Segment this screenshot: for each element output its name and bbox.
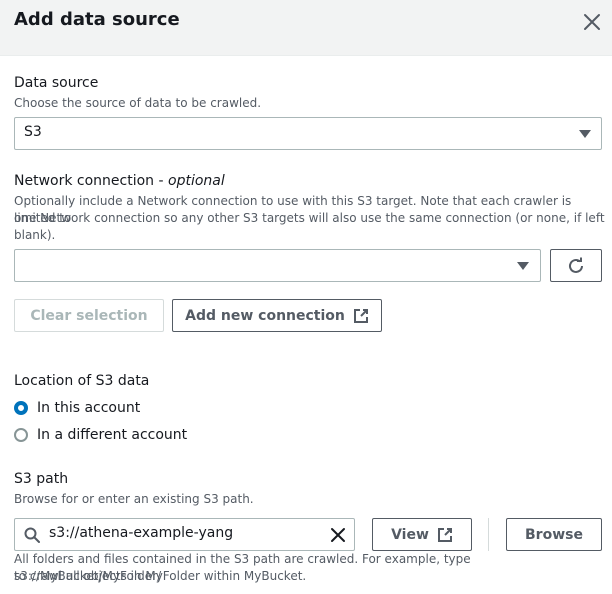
network-description-line2: one Network connection so any other S3 t… bbox=[14, 211, 605, 225]
dialog-header: Add data source bbox=[0, 0, 612, 56]
caret-down-icon bbox=[517, 262, 529, 270]
add-new-connection-label: Add new connection bbox=[185, 307, 345, 324]
refresh-icon bbox=[567, 257, 585, 275]
caret-down-icon bbox=[579, 130, 591, 138]
location-label: Location of S3 data bbox=[14, 373, 150, 389]
s3-path-label: S3 path bbox=[14, 471, 69, 487]
refresh-button[interactable] bbox=[550, 249, 602, 282]
view-button[interactable]: View bbox=[372, 518, 472, 551]
radio-label: In a different account bbox=[37, 427, 188, 443]
radio-unchecked-icon[interactable] bbox=[14, 428, 28, 442]
network-connection-select[interactable] bbox=[14, 249, 541, 282]
data-source-label: Data source bbox=[14, 75, 99, 91]
external-link-icon bbox=[353, 308, 369, 324]
radio-label: In this account bbox=[37, 400, 141, 416]
clear-selection-label: Clear selection bbox=[30, 307, 148, 324]
clear-selection-button[interactable]: Clear selection bbox=[14, 299, 164, 332]
data-source-select[interactable]: S3 bbox=[14, 117, 602, 150]
data-source-selected: S3 bbox=[24, 124, 42, 140]
add-new-connection-button[interactable]: Add new connection bbox=[172, 299, 382, 332]
network-connection-label-text: Network connection - bbox=[14, 173, 168, 189]
s3-path-input[interactable]: s3://athena-example-yang bbox=[14, 518, 355, 551]
clear-input-icon[interactable] bbox=[330, 527, 346, 547]
radio-option-different-account[interactable]: In a different account bbox=[14, 427, 187, 443]
close-icon[interactable] bbox=[582, 12, 602, 32]
browse-button[interactable]: Browse bbox=[506, 518, 602, 551]
view-label: View bbox=[391, 526, 429, 543]
network-description-line3: blank). bbox=[14, 228, 56, 242]
s3-path-value: s3://athena-example-yang bbox=[49, 525, 234, 541]
divider bbox=[488, 518, 489, 551]
s3-path-description: Browse for or enter an existing S3 path. bbox=[14, 492, 254, 506]
s3-path-help-line2: to crawl all objects in MyFolder within … bbox=[14, 569, 307, 583]
search-icon bbox=[24, 527, 40, 547]
radio-option-this-account[interactable]: In this account bbox=[14, 400, 140, 416]
external-link-icon bbox=[437, 527, 453, 543]
browse-label: Browse bbox=[525, 526, 583, 543]
optional-tag: optional bbox=[168, 173, 225, 189]
dialog-title: Add data source bbox=[14, 9, 180, 30]
data-source-description: Choose the source of data to be crawled. bbox=[14, 96, 262, 110]
network-connection-label: Network connection - optional bbox=[14, 173, 225, 189]
radio-checked-icon[interactable] bbox=[14, 401, 28, 415]
